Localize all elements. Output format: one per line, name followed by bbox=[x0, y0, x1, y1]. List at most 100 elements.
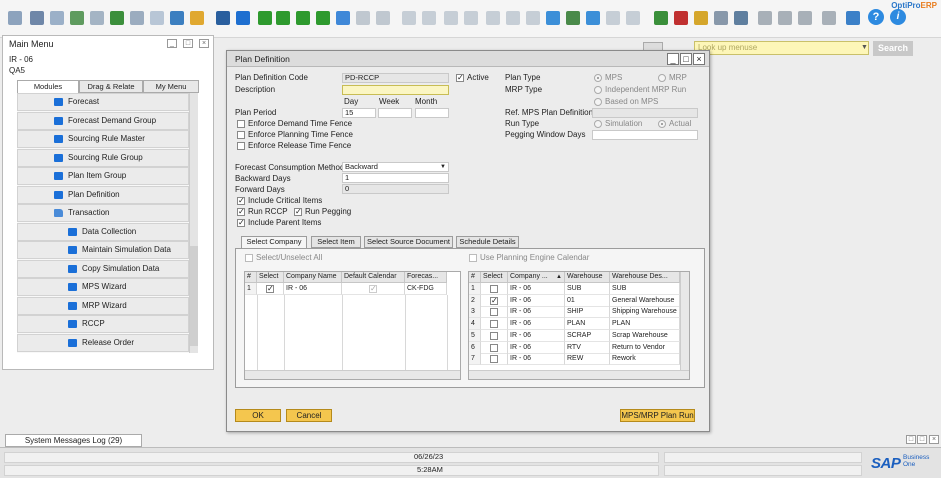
base-document-icon[interactable] bbox=[402, 11, 416, 25]
pegging-window-field[interactable] bbox=[592, 130, 698, 140]
copy-to-icon[interactable] bbox=[464, 11, 478, 25]
target-document-icon[interactable] bbox=[422, 11, 436, 25]
alerts-icon[interactable] bbox=[674, 11, 688, 25]
column-header[interactable]: Company Name bbox=[284, 272, 342, 283]
select-cell[interactable] bbox=[481, 283, 508, 295]
journal-icon[interactable] bbox=[486, 11, 500, 25]
approve-icon[interactable] bbox=[546, 11, 560, 25]
add-icon[interactable] bbox=[236, 11, 250, 25]
maximize-button[interactable]: □ bbox=[183, 39, 193, 48]
copy-from-icon[interactable] bbox=[444, 11, 458, 25]
print-icon[interactable] bbox=[30, 11, 44, 25]
payment-icon[interactable] bbox=[506, 11, 520, 25]
plan-run-button[interactable]: MPS/MRP Plan Run bbox=[620, 409, 695, 422]
mrp-based-mps-radio[interactable] bbox=[594, 98, 602, 106]
window-icon[interactable] bbox=[758, 11, 772, 25]
fcm-select[interactable]: Backward ▼ bbox=[342, 162, 449, 172]
close-all-icon[interactable] bbox=[822, 11, 836, 25]
tab-schedule-details[interactable]: Schedule Details bbox=[456, 236, 519, 248]
column-header[interactable]: Warehouse bbox=[565, 272, 610, 283]
menu-item[interactable]: Copy Simulation Data bbox=[17, 259, 189, 278]
select-cell[interactable]: ✓ bbox=[481, 294, 508, 307]
maximize-button[interactable]: □ bbox=[680, 53, 692, 65]
cancel-button[interactable]: Cancel bbox=[286, 409, 332, 422]
menu-item[interactable]: RCCP bbox=[17, 315, 189, 333]
globe-icon[interactable] bbox=[846, 11, 860, 25]
calendar-icon[interactable] bbox=[654, 11, 668, 25]
enforce-planning-checkbox[interactable] bbox=[237, 131, 245, 139]
maximize-button[interactable]: □ bbox=[917, 435, 927, 444]
chevron-down-icon[interactable]: ▼ bbox=[860, 42, 869, 54]
column-header[interactable]: Select bbox=[481, 272, 508, 283]
column-header[interactable]: Company ... ▲ bbox=[508, 272, 565, 283]
default-calendar-checkbox[interactable]: ✓ bbox=[369, 285, 377, 293]
document-icon[interactable] bbox=[8, 11, 22, 25]
cascade-icon[interactable] bbox=[778, 11, 792, 25]
tab-modules[interactable]: Modules bbox=[17, 80, 79, 93]
ok-button[interactable]: OK bbox=[235, 409, 281, 422]
column-header[interactable]: Forecas... bbox=[405, 272, 447, 283]
menu-item[interactable]: Data Collection bbox=[17, 222, 189, 241]
sort-icon[interactable] bbox=[376, 11, 390, 25]
minimize-button[interactable]: _ bbox=[667, 53, 679, 65]
row-select-checkbox[interactable]: ✓ bbox=[490, 296, 498, 305]
search-button[interactable]: Search bbox=[873, 41, 913, 56]
menu-item[interactable]: Forecast bbox=[17, 93, 189, 111]
row-select-checkbox[interactable] bbox=[490, 320, 498, 329]
use-planning-engine-checkbox[interactable] bbox=[469, 254, 477, 262]
preview-icon[interactable] bbox=[150, 11, 164, 25]
plan-type-mps-radio[interactable] bbox=[594, 74, 602, 82]
forward-days-field[interactable]: 0 bbox=[342, 184, 449, 194]
horizontal-scrollbar[interactable] bbox=[245, 370, 460, 379]
minimize-button[interactable]: _ bbox=[167, 39, 177, 48]
menu-item[interactable]: Plan Definition bbox=[17, 185, 189, 204]
system-messages-tab[interactable]: System Messages Log (29) bbox=[5, 434, 142, 447]
last-record-icon[interactable] bbox=[316, 11, 330, 25]
column-header[interactable]: # bbox=[245, 272, 257, 283]
column-header[interactable]: Default Calendar bbox=[342, 272, 405, 283]
filter-icon[interactable] bbox=[356, 11, 370, 25]
info-icon[interactable]: i bbox=[890, 9, 906, 25]
find-icon[interactable] bbox=[216, 11, 230, 25]
column-header[interactable]: Select bbox=[257, 272, 284, 283]
menu-item[interactable]: MRP Wizard bbox=[17, 296, 189, 315]
report-icon[interactable] bbox=[694, 11, 708, 25]
menu-item[interactable]: Plan Item Group bbox=[17, 167, 189, 185]
ref-mps-field[interactable] bbox=[592, 108, 698, 118]
row-select-checkbox[interactable] bbox=[490, 331, 498, 340]
enforce-release-checkbox[interactable] bbox=[237, 142, 245, 150]
close-button[interactable]: × bbox=[199, 39, 209, 48]
default-calendar-cell[interactable]: ✓ bbox=[342, 283, 405, 295]
select-cell[interactable] bbox=[481, 353, 508, 366]
forecast-cell[interactable]: CK-FDG bbox=[405, 283, 447, 295]
settings-icon[interactable] bbox=[586, 11, 600, 25]
restore-button[interactable]: □ bbox=[906, 435, 916, 444]
email-icon[interactable] bbox=[50, 11, 64, 25]
enforce-demand-checkbox[interactable] bbox=[237, 120, 245, 128]
tab-select-source-document[interactable]: Select Source Document bbox=[364, 236, 453, 248]
row-select-checkbox[interactable] bbox=[490, 343, 498, 352]
mrp-independent-radio[interactable] bbox=[594, 86, 602, 94]
tile-icon[interactable] bbox=[798, 11, 812, 25]
menu-item[interactable]: Maintain Simulation Data bbox=[17, 241, 189, 259]
run-type-simulation-radio[interactable] bbox=[594, 120, 602, 128]
column-header[interactable]: Warehouse Des... bbox=[610, 272, 680, 283]
column-header[interactable]: # bbox=[469, 272, 481, 283]
menu-item[interactable]: MPS Wizard bbox=[17, 278, 189, 296]
backward-days-field[interactable]: 1 bbox=[342, 173, 449, 183]
close-button[interactable]: × bbox=[929, 435, 939, 444]
row-select-checkbox[interactable] bbox=[490, 355, 498, 364]
first-record-icon[interactable] bbox=[258, 11, 272, 25]
code-field[interactable]: PD-RCCP bbox=[342, 73, 449, 83]
row-select-checkbox[interactable] bbox=[490, 285, 498, 293]
search-input[interactable]: Look up menuse bbox=[694, 41, 869, 55]
tab-select-item[interactable]: Select Item bbox=[311, 236, 361, 248]
move-icon[interactable] bbox=[170, 11, 184, 25]
pdf-icon[interactable] bbox=[130, 11, 144, 25]
select-cell[interactable] bbox=[481, 318, 508, 331]
menu-item[interactable]: Sourcing Rule Master bbox=[17, 130, 189, 148]
export-excel-icon[interactable] bbox=[70, 11, 84, 25]
select-cell[interactable] bbox=[481, 329, 508, 342]
previous-record-icon[interactable] bbox=[276, 11, 290, 25]
menu-item[interactable]: Release Order bbox=[17, 333, 189, 352]
